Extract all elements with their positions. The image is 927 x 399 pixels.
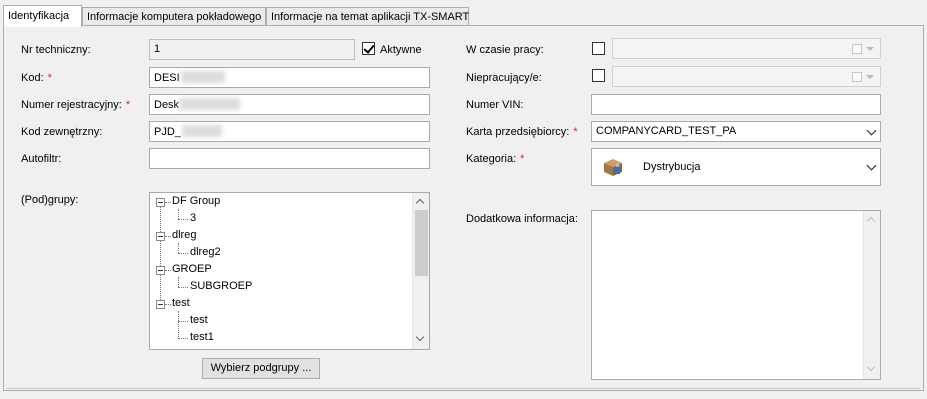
redacted-text bbox=[180, 98, 241, 110]
tree-node-dlreg2[interactable]: dlreg2 bbox=[190, 244, 221, 261]
tree-connector bbox=[178, 311, 179, 339]
scroll-down-icon[interactable] bbox=[866, 362, 876, 372]
autofiltr-label: Autofiltr: bbox=[21, 153, 62, 165]
podgrupy-label: (Pod)grupy: bbox=[21, 194, 79, 206]
dodatkowa-informacja-label: Dodatkowa informacja: bbox=[466, 213, 578, 225]
redacted-text bbox=[181, 125, 222, 137]
collapse-icon[interactable] bbox=[156, 266, 165, 275]
tree-node-groep[interactable]: GROEP bbox=[172, 261, 212, 278]
tab-informacje-tx-smart[interactable]: Informacje na temat aplikacji TX-SMART bbox=[266, 7, 469, 26]
dodatkowa-informacja-textarea[interactable] bbox=[591, 210, 881, 380]
kategoria-label: Kategoria: * bbox=[466, 153, 525, 165]
scroll-up-icon[interactable] bbox=[415, 198, 425, 208]
kod-label: Kod: * bbox=[21, 72, 52, 84]
divider bbox=[6, 388, 920, 389]
tree-node-test1[interactable]: test1 bbox=[190, 329, 214, 346]
podgrupy-tree[interactable]: DF Group 3 dlreg dlreg2 GROEP SUBGROEP t… bbox=[149, 192, 430, 350]
karta-przedsiebiorcy-label: Karta przedsiębiorcy: * bbox=[466, 126, 578, 138]
tree-node-df-group[interactable]: DF Group bbox=[172, 193, 220, 210]
tab-identyfikacja[interactable]: Identyfikacja bbox=[3, 5, 82, 27]
tree-connector bbox=[165, 304, 171, 305]
kod-zewnetrzny-input[interactable]: PJD_ bbox=[149, 121, 430, 142]
aktywne-checkbox[interactable] bbox=[362, 42, 375, 55]
scroll-up-icon[interactable] bbox=[866, 216, 876, 226]
collapse-icon[interactable] bbox=[156, 232, 165, 241]
aktywne-label: Aktywne bbox=[380, 44, 422, 56]
numer-vin-label: Numer VIN: bbox=[466, 99, 524, 111]
tree-connector bbox=[178, 219, 188, 220]
scroll-down-icon[interactable] bbox=[415, 332, 425, 342]
calendar-icon bbox=[852, 44, 862, 54]
tab-informacje-komputera[interactable]: Informacje komputera pokładowego bbox=[82, 7, 266, 26]
tree-connector bbox=[178, 253, 188, 254]
kategoria-select[interactable]: Dystrybucja bbox=[591, 148, 881, 186]
numer-rejestracyjny-input[interactable]: Desk bbox=[149, 94, 430, 115]
tree-connector bbox=[165, 236, 171, 237]
w-czasie-pracy-label: W czasie pracy: bbox=[466, 44, 544, 56]
niepracujacy-checkbox[interactable] bbox=[592, 69, 605, 82]
required-mark: * bbox=[47, 72, 52, 84]
kod-zewnetrzny-label: Kod zewnętrzny: bbox=[21, 126, 103, 138]
tree-connector bbox=[160, 202, 161, 304]
required-mark: * bbox=[573, 126, 578, 138]
chevron-down-icon bbox=[866, 125, 877, 136]
tree-scrollbar[interactable] bbox=[412, 193, 429, 349]
tree-connector bbox=[178, 277, 179, 287]
nr-techniczny-field[interactable]: 1 bbox=[149, 39, 355, 60]
chevron-down-icon bbox=[866, 47, 874, 51]
tree-node-test-child[interactable]: test bbox=[190, 312, 208, 329]
niepracujacy-combo[interactable] bbox=[612, 66, 881, 87]
chevron-down-icon bbox=[866, 160, 877, 171]
w-czasie-pracy-combo[interactable] bbox=[612, 38, 881, 59]
kategoria-value: Dystrybucja bbox=[643, 161, 701, 173]
redacted-text bbox=[180, 71, 225, 83]
numer-vin-input[interactable] bbox=[591, 94, 881, 115]
tree-connector bbox=[178, 287, 188, 288]
kod-input[interactable]: DESI bbox=[149, 67, 430, 88]
nr-techniczny-label: Nr techniczny: bbox=[21, 44, 91, 56]
tree-connector bbox=[178, 321, 188, 322]
tree-connector bbox=[165, 270, 171, 271]
numer-rejestracyjny-label: Numer rejestracyjny: * bbox=[21, 99, 131, 111]
karta-przedsiebiorcy-select[interactable]: COMPANYCARD_TEST_PA bbox=[591, 121, 881, 142]
collapse-icon[interactable] bbox=[156, 300, 165, 309]
tree-connector bbox=[165, 202, 171, 203]
textarea-scrollbar[interactable] bbox=[863, 211, 880, 379]
tree-node-subgroep[interactable]: SUBGROEP bbox=[190, 278, 252, 295]
wybierz-podgrupy-button[interactable]: Wybierz podgrupy ... bbox=[202, 358, 320, 379]
w-czasie-pracy-checkbox[interactable] bbox=[592, 42, 605, 55]
autofiltr-input[interactable] bbox=[149, 148, 430, 169]
required-mark: * bbox=[125, 99, 131, 111]
tree-connector bbox=[178, 209, 179, 219]
delivery-box-icon bbox=[604, 159, 622, 176]
tree-node-dlreg[interactable]: dlreg bbox=[172, 227, 196, 244]
tree-node-test[interactable]: test bbox=[172, 295, 190, 312]
required-mark: * bbox=[520, 153, 525, 165]
chevron-down-icon bbox=[866, 75, 874, 79]
collapse-icon[interactable] bbox=[156, 198, 165, 207]
tree-connector bbox=[178, 243, 179, 253]
tree-connector bbox=[178, 338, 188, 339]
calendar-icon bbox=[852, 72, 862, 82]
karta-przedsiebiorcy-value: COMPANYCARD_TEST_PA bbox=[596, 125, 737, 137]
niepracujacy-label: Niepracujący/e: bbox=[466, 72, 542, 84]
tree-node-3[interactable]: 3 bbox=[190, 210, 196, 227]
scroll-thumb[interactable] bbox=[415, 210, 428, 276]
